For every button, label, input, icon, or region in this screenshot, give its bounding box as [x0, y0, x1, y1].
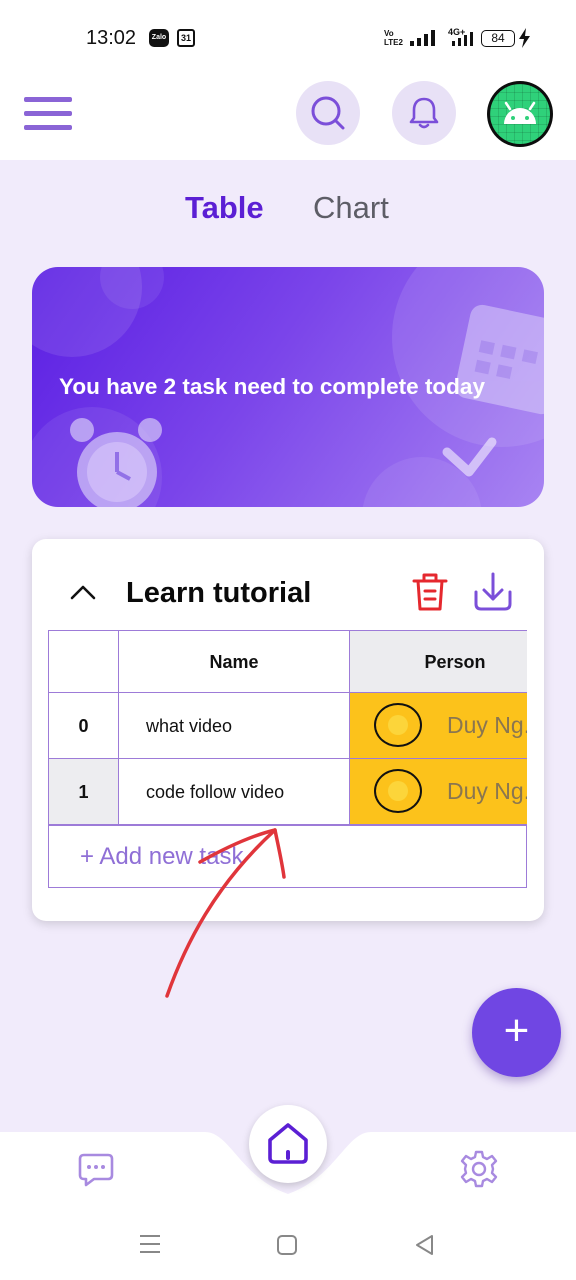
chevron-up-icon[interactable]: [70, 584, 96, 600]
add-task-row[interactable]: + Add new task: [48, 825, 527, 888]
task-table: Name Person 0 what video Duy Ng... 1 cod…: [48, 630, 527, 888]
person-name: Duy Ng...: [447, 712, 527, 738]
person-avatar: [374, 703, 422, 747]
calendar-notification-icon: 31: [177, 29, 195, 47]
gear-icon[interactable]: [460, 1150, 498, 1188]
home-system-icon[interactable]: [276, 1234, 298, 1256]
task-group-title: Learn tutorial: [126, 577, 312, 609]
back-icon[interactable]: [414, 1234, 434, 1256]
add-new-task-button[interactable]: + Add new task: [80, 843, 243, 871]
bell-icon: [409, 97, 439, 129]
add-fab-button[interactable]: +: [472, 988, 561, 1077]
signal-icon-2: [452, 32, 473, 46]
person-name: Duy Ng...: [447, 778, 527, 804]
table-row-index: 0: [48, 692, 119, 759]
search-icon: [311, 96, 345, 130]
android-avatar-icon: [504, 101, 536, 124]
search-button[interactable]: [296, 81, 360, 145]
table-header-person: Person: [349, 630, 527, 693]
task-name-cell[interactable]: what video: [118, 692, 350, 759]
signal-icon: [410, 30, 435, 46]
tab-table[interactable]: Table: [185, 190, 264, 226]
task-name-cell[interactable]: code follow video: [118, 758, 350, 825]
app-bar: [0, 70, 576, 160]
volte-indicator: Vo LTE2: [384, 29, 403, 47]
tab-chart[interactable]: Chart: [313, 190, 389, 226]
profile-avatar[interactable]: [487, 81, 553, 147]
chat-icon[interactable]: [78, 1152, 114, 1188]
status-bar: 13:02 Zalo 31 Vo LTE2 4G+ 84: [0, 0, 576, 70]
task-summary-banner: You have 2 task need to complete today: [32, 267, 544, 507]
zalo-notification-icon: Zalo: [149, 29, 169, 47]
home-nav-button[interactable]: [249, 1105, 327, 1183]
task-person-cell[interactable]: Duy Ng...: [349, 692, 527, 759]
banner-message: You have 2 task need to complete today: [59, 374, 485, 399]
task-person-cell[interactable]: Duy Ng...: [349, 758, 527, 825]
download-icon[interactable]: [472, 572, 514, 612]
recent-apps-icon[interactable]: [139, 1234, 161, 1254]
trash-icon[interactable]: [412, 572, 448, 612]
system-navigation-bar: [0, 1202, 576, 1280]
person-avatar: [374, 769, 422, 813]
notifications-button[interactable]: [392, 81, 456, 145]
table-header-index: [48, 630, 119, 693]
task-group-card: Learn tutorial Name Person 0 what video …: [32, 539, 544, 921]
charging-icon: [519, 28, 530, 48]
table-row-index: 1: [48, 758, 119, 825]
home-icon: [268, 1123, 308, 1164]
status-time: 13:02: [86, 27, 137, 49]
table-header-name: Name: [118, 630, 350, 693]
battery-indicator: 84: [481, 30, 515, 47]
hamburger-icon[interactable]: [24, 97, 72, 131]
